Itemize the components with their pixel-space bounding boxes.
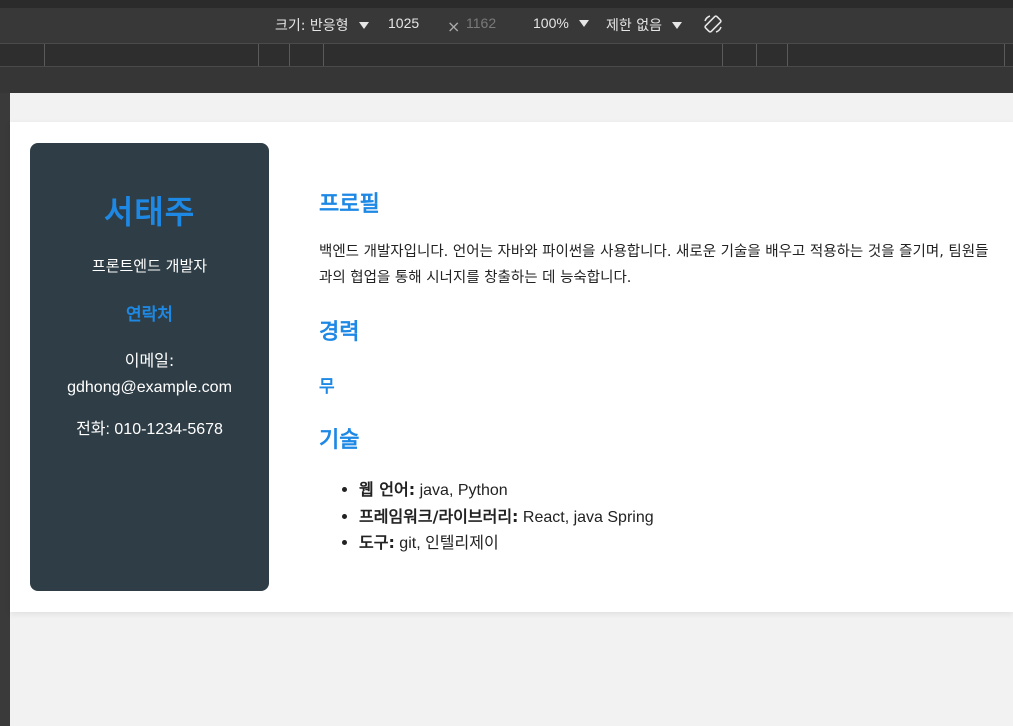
ruler-tick — [44, 44, 45, 66]
ruler-tick — [289, 44, 290, 66]
viewport-edge — [0, 93, 10, 726]
skills-list: 웹 언어: java, Python 프레임워크/라이브러리: React, j… — [359, 477, 654, 557]
contact-heading: 연락처 — [126, 305, 173, 325]
skill-value: git, 인텔리제이 — [394, 535, 499, 552]
dimension-separator: × — [447, 17, 461, 36]
skill-label: 웹 언어: — [359, 480, 416, 499]
rotate-icon[interactable] — [702, 13, 724, 35]
zoom-label: 100% — [533, 15, 569, 31]
viewport-gutter — [0, 67, 1013, 93]
throttle-dropdown[interactable]: 제한 없음 — [606, 15, 682, 35]
chevron-down-icon — [578, 19, 589, 27]
ruler-tick — [722, 44, 723, 66]
email-label: 이메일: — [124, 351, 175, 370]
ruler-tick — [323, 44, 324, 66]
skill-label: 도구: — [359, 533, 395, 552]
devtools-toolbar: 크기: 반응형 1025 × 1162 100% 제한 없음 — [0, 0, 1013, 43]
throttle-label: 제한 없음 — [606, 18, 662, 34]
ruler-tick — [756, 44, 757, 66]
resume-card: 서태주 프론트엔드 개발자 연락처 이메일: gdhong@example.co… — [10, 122, 1013, 612]
height-input[interactable]: 1162 — [466, 15, 496, 31]
skills-heading: 기술 — [319, 428, 360, 453]
skill-value: java, Python — [415, 482, 508, 499]
ruler-tick — [1004, 44, 1005, 66]
list-item: 웹 언어: java, Python — [359, 477, 654, 504]
device-size-dropdown[interactable]: 크기: 반응형 — [275, 15, 369, 35]
zoom-dropdown[interactable]: 100% — [533, 15, 589, 31]
ruler-tick — [787, 44, 788, 66]
profile-text: 백엔드 개발자입니다. 언어는 자바와 파이썬을 사용합니다. 새로운 기술을 … — [319, 244, 989, 286]
list-item: 프레임워크/라이브러리: React, java Spring — [359, 504, 654, 531]
profile-heading: 프로필 — [319, 192, 380, 217]
list-item: 도구: git, 인텔리제이 — [359, 530, 654, 557]
page-viewport: 서태주 프론트엔드 개발자 연락처 이메일: gdhong@example.co… — [10, 93, 1013, 726]
rotate-icon-svg — [704, 15, 722, 33]
chevron-down-icon — [671, 21, 682, 29]
career-item: 무 — [319, 377, 335, 397]
resume-sidebar: 서태주 프론트엔드 개발자 연락처 이메일: gdhong@example.co… — [30, 143, 269, 591]
person-role: 프론트엔드 개발자 — [91, 257, 208, 275]
person-name: 서태주 — [103, 193, 196, 231]
media-query-ruler — [0, 43, 1013, 67]
chevron-down-icon — [358, 21, 369, 29]
size-label: 크기: 반응형 — [275, 18, 349, 34]
email-value: gdhong@example.com — [67, 379, 232, 396]
skill-value: React, java Spring — [518, 508, 654, 526]
ruler-tick — [258, 44, 259, 66]
career-heading: 경력 — [319, 320, 360, 345]
phone-value: 전화: 010-1234-5678 — [76, 421, 223, 438]
skill-label: 프레임워크/라이브러리: — [359, 506, 519, 526]
width-input[interactable]: 1025 — [388, 15, 419, 31]
